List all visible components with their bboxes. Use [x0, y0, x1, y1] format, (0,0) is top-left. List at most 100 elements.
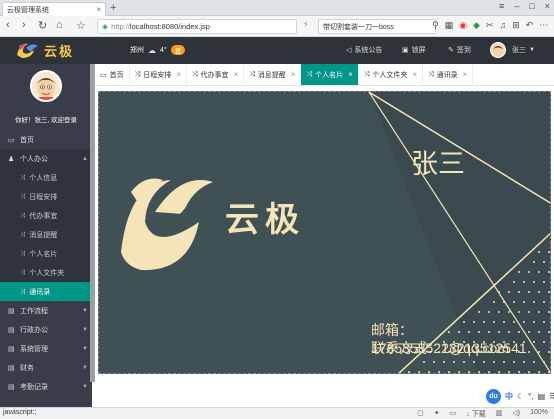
tab-2[interactable]: ⤨ 代办事宜 ×: [187, 64, 245, 85]
sidebar: 你好！张三, 欢迎登录 ▭ 首页 ♟ 个人办公 ▲ ⤨ 个人信息 ⤨ 日程安排 ⤨ 代办事宜 ⤨ 消息提…: [0, 64, 92, 407]
sidebar-item-8[interactable]: ⤨ 通讯录: [0, 282, 92, 301]
tab-3[interactable]: ⤨ 消息提醒 ×: [244, 64, 302, 85]
tab-1[interactable]: ⤨ 日程安排 ×: [130, 64, 187, 85]
zoom-level[interactable]: 100%: [530, 409, 548, 419]
decor-dot: [503, 361, 505, 363]
shuffle-icon: ⤨: [20, 211, 26, 219]
ime-lang[interactable]: 中: [505, 391, 513, 402]
tab-5[interactable]: ⤨ 个人文件夹 ×: [359, 64, 424, 85]
status-icons: ▢ ✦ ▭ ↓ 下载 ▥ ◁) 100%: [417, 409, 548, 419]
close-icon[interactable]: ×: [96, 5, 101, 14]
apps-icon[interactable]: ⊞: [512, 20, 520, 31]
signin-button[interactable]: ✎ 签到: [448, 45, 471, 55]
welcome-text: 你好！张三, 欢迎登录: [14, 117, 78, 124]
sidebar-item-label: 考勤记录: [20, 383, 48, 391]
panel-icon[interactable]: ▥: [496, 409, 503, 419]
sidebar-item-6[interactable]: ⤨ 个人名片: [0, 244, 92, 263]
undo-icon[interactable]: ↶: [526, 20, 534, 31]
moon-icon[interactable]: ☾: [517, 392, 524, 401]
sidebar-item-0[interactable]: ▭ 首页: [0, 130, 92, 149]
close-icon[interactable]: ×: [348, 70, 353, 79]
search-input[interactable]: 带切割套装一刀一boss: [318, 19, 436, 34]
avatar-face-icon: [493, 46, 503, 56]
minimize-icon[interactable]: –: [514, 1, 519, 11]
shield-green-icon[interactable]: ◆: [473, 20, 480, 31]
decor-dot: [433, 361, 435, 363]
monitor-icon: ▭: [8, 136, 15, 144]
screen-icon[interactable]: ▭: [450, 409, 457, 419]
sidebar-item-label: 系统管理: [20, 345, 48, 353]
close-icon[interactable]: ×: [463, 70, 468, 79]
notice-button[interactable]: ◁ 系统公告: [346, 45, 382, 55]
content-tabs: ▭ 首页 ⤨ 日程安排 × ⤨ 代办事宜 × ⤨ 消息提醒 × ⤨ 个人名片 × ⤨ 个人文件夹 × ⤨ 通讯录 ×: [95, 64, 554, 86]
folder-icon: ▤: [8, 383, 15, 391]
sidebar-item-10[interactable]: ▤ 行政办公 ▼: [0, 320, 92, 339]
ime-logo[interactable]: du: [486, 389, 501, 404]
close-icon[interactable]: ×: [412, 70, 417, 79]
sidebar-item-label: 日程安排: [29, 193, 58, 201]
sidebar-item-7[interactable]: ⤨ 个人文件夹: [0, 263, 92, 282]
shuffle-icon: ⤨: [20, 230, 26, 238]
forward-icon[interactable]: ›: [22, 19, 26, 31]
star-icon[interactable]: ☆: [76, 19, 86, 32]
decor-dot: [528, 371, 530, 373]
more-icon[interactable]: ⋯: [539, 20, 548, 31]
decor-dot: [538, 291, 540, 293]
pin-icon[interactable]: ✦: [434, 409, 440, 419]
sidebar-item-13[interactable]: ▤ 考勤记录 ▼: [0, 377, 92, 396]
tab-6[interactable]: ⤨ 通讯录 ×: [423, 64, 474, 85]
cut-icon[interactable]: ✂: [486, 20, 494, 31]
search-icon[interactable]: ⚲: [432, 20, 439, 31]
sidebar-item-1[interactable]: ♟ 个人办公 ▲: [0, 149, 92, 168]
decor-dot: [438, 371, 440, 373]
grid-icon[interactable]: ⠿: [549, 392, 554, 401]
sidebar-item-2[interactable]: ⤨ 个人信息: [0, 168, 92, 187]
maximize-icon[interactable]: □: [529, 1, 534, 11]
url-host: localhost:8080/index.jsp: [129, 22, 210, 31]
keyboard-icon[interactable]: ▤: [538, 392, 546, 401]
card-name: 张三: [411, 149, 465, 180]
grid-icon[interactable]: ▦: [445, 20, 454, 31]
sidebar-item-4[interactable]: ⤨ 代办事宜: [0, 206, 92, 225]
avatar[interactable]: [490, 42, 506, 58]
decor-dot: [478, 311, 480, 313]
close-window-icon[interactable]: ×: [545, 1, 550, 11]
sidebar-item-5[interactable]: ⤨ 消息提醒: [0, 225, 92, 244]
close-icon[interactable]: ×: [291, 70, 296, 79]
tab-4[interactable]: ⤨ 个人名片 ×: [301, 64, 359, 85]
decor-dot: [443, 361, 445, 363]
home-icon[interactable]: ⌂: [56, 19, 63, 31]
sidebar-item-11[interactable]: ▤ 系统管理 ▼: [0, 339, 92, 358]
browser-tab-strip: 云极管理系统 × + ≡ – □ ×: [0, 0, 554, 16]
punctuation-icon[interactable]: °,: [528, 392, 533, 401]
new-tab-icon[interactable]: +: [110, 2, 116, 14]
bolt-icon[interactable]: ⚡: [303, 20, 309, 29]
decor-dot: [408, 371, 410, 373]
game-icon[interactable]: ◉: [459, 20, 467, 31]
close-icon[interactable]: ×: [176, 70, 181, 79]
tab-0[interactable]: ▭ 首页: [95, 64, 130, 85]
document-icon[interactable]: ▢: [417, 409, 424, 419]
sidebar-item-12[interactable]: ▤ 财务 ▼: [0, 358, 92, 377]
close-icon[interactable]: ×: [234, 70, 239, 79]
sidebar-scrollbar[interactable]: [90, 64, 95, 382]
download-button[interactable]: ↓ 下载: [466, 409, 485, 419]
decor-dot: [538, 311, 540, 313]
sound-icon[interactable]: ◁): [512, 409, 520, 419]
browser-tab[interactable]: 云极管理系统 ×: [2, 2, 106, 16]
lock-button[interactable]: ▣ 锁屏: [402, 45, 426, 55]
back-icon[interactable]: ‹: [6, 19, 10, 31]
user-menu[interactable]: 张三 ▼: [512, 45, 535, 55]
refresh-icon[interactable]: ↻: [38, 19, 47, 32]
decor-dot: [483, 361, 485, 363]
decor-dot: [473, 361, 475, 363]
user-icon: ♟: [8, 155, 15, 163]
url-input[interactable]: ◈ http://localhost:8080/index.jsp: [97, 19, 297, 34]
decor-dot: [468, 371, 470, 373]
menu-icon[interactable]: ≡: [499, 1, 504, 11]
sidebar-item-3[interactable]: ⤨ 日程安排: [0, 187, 92, 206]
air-quality-badge: 良: [170, 45, 186, 55]
sidebar-item-9[interactable]: ▤ 工作流程 ▼: [0, 301, 92, 320]
decor-dot: [513, 301, 515, 303]
headset-icon[interactable]: ♫: [499, 20, 506, 31]
